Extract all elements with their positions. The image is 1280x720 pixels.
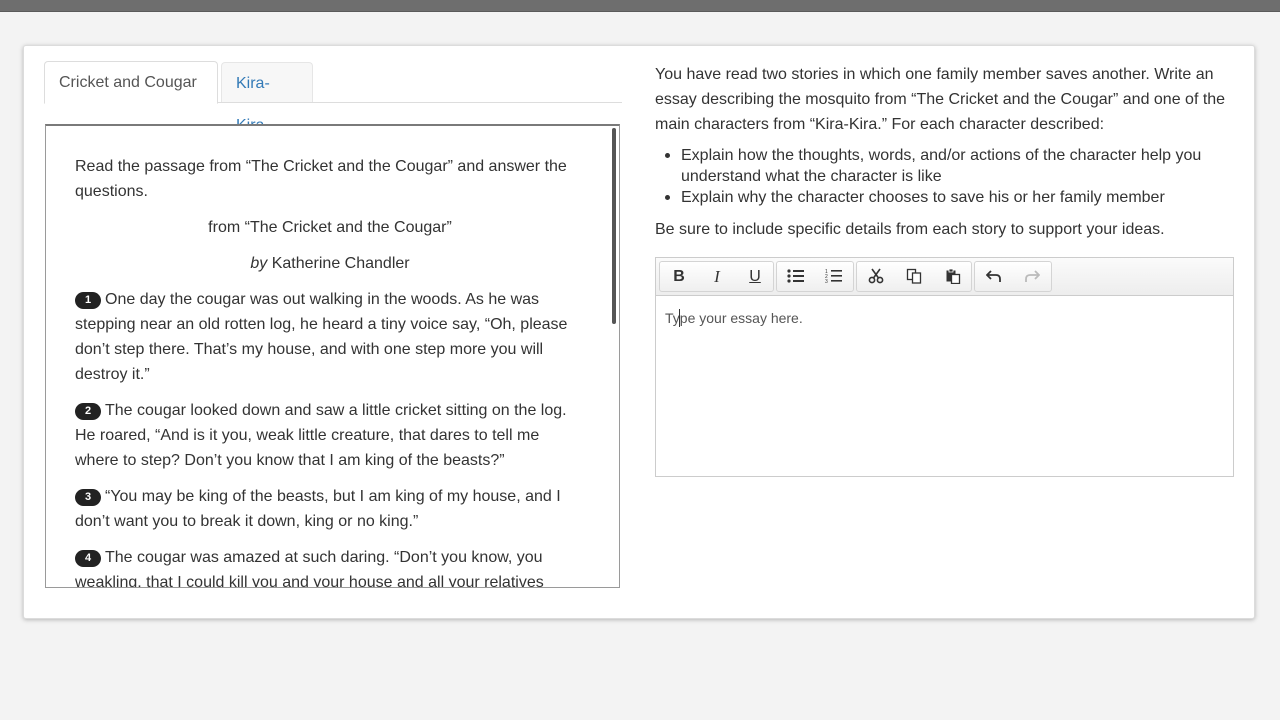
paragraph-text: The cougar was amazed at such daring. “D… xyxy=(75,549,544,588)
passage-tabs: Cricket and Cougar Kira-Kira xyxy=(44,61,622,134)
essay-placeholder: Type your essay here. xyxy=(665,310,803,326)
passage-scrollbar[interactable] xyxy=(612,128,616,324)
paragraph-2: 2 The cougar looked down and saw a little… xyxy=(75,398,585,473)
redo-icon[interactable] xyxy=(1013,262,1051,291)
bulleted-list-icon[interactable] xyxy=(777,262,815,291)
tab-kira-kira[interactable]: Kira-Kira xyxy=(221,62,313,134)
byline-author: Katherine Chandler xyxy=(271,255,410,272)
passage-title: from “The Cricket and the Cougar” xyxy=(208,219,452,236)
svg-text:3: 3 xyxy=(825,279,828,284)
editor-toolbar: B I U 1 2 3 xyxy=(656,258,1233,296)
format-group: B I U xyxy=(659,261,774,292)
paragraph-number-badge: 1 xyxy=(75,292,101,309)
paragraph-number-badge: 4 xyxy=(75,550,101,567)
paragraph-number-badge: 3 xyxy=(75,489,101,506)
italic-button[interactable]: I xyxy=(698,262,736,291)
copy-icon[interactable] xyxy=(895,262,933,291)
prompt-bullet-1: Explain how the thoughts, words, and/or … xyxy=(655,145,1235,187)
tab-cricket-and-cougar[interactable]: Cricket and Cougar xyxy=(44,61,218,104)
undo-icon[interactable] xyxy=(975,262,1013,291)
passage-content: Read the passage from “The Cricket and t… xyxy=(75,154,585,588)
prompt-bullet-2: Explain why the character chooses to sav… xyxy=(655,187,1235,208)
passage-intro: Read the passage from “The Cricket and t… xyxy=(75,158,567,200)
paragraph-text: One day the cougar was out walking in th… xyxy=(75,291,568,383)
clipboard-group xyxy=(856,261,972,292)
paragraph-3: 3 “You may be king of the beasts, but I a… xyxy=(75,484,585,534)
passage-panel[interactable]: Read the passage from “The Cricket and t… xyxy=(45,124,620,588)
paragraph-1: 1 One day the cougar was out walking in t… xyxy=(75,287,585,387)
paste-icon[interactable] xyxy=(934,262,972,291)
text-cursor xyxy=(679,309,680,327)
paragraph-text: “You may be king of the beasts, but I am… xyxy=(75,488,561,530)
history-group xyxy=(974,261,1052,292)
paragraph-text: The cougar looked down and saw a little … xyxy=(75,402,567,469)
list-group: 1 2 3 xyxy=(776,261,854,292)
browser-top-bar xyxy=(0,0,1280,12)
prompt-bullet-list: Explain how the thoughts, words, and/or … xyxy=(655,145,1235,208)
prompt-support: Be sure to include specific details from… xyxy=(655,221,1165,238)
prompt-intro: You have read two stories in which one f… xyxy=(655,66,1226,133)
essay-text-area[interactable]: Type your essay here. xyxy=(656,296,1233,476)
cut-icon[interactable] xyxy=(857,262,895,291)
passage-byline: by Katherine Chandler xyxy=(75,251,585,276)
paragraph-number-badge: 2 xyxy=(75,403,101,420)
bold-button[interactable]: B xyxy=(660,262,698,291)
byline-prefix: by xyxy=(250,255,268,272)
essay-prompt: You have read two stories in which one f… xyxy=(655,62,1235,242)
essay-editor: B I U 1 2 3 Type your essay here. xyxy=(655,257,1234,477)
numbered-list-icon[interactable]: 1 2 3 xyxy=(815,262,853,291)
underline-button[interactable]: U xyxy=(736,262,774,291)
paragraph-4: 4 The cougar was amazed at such daring. “… xyxy=(75,545,585,588)
